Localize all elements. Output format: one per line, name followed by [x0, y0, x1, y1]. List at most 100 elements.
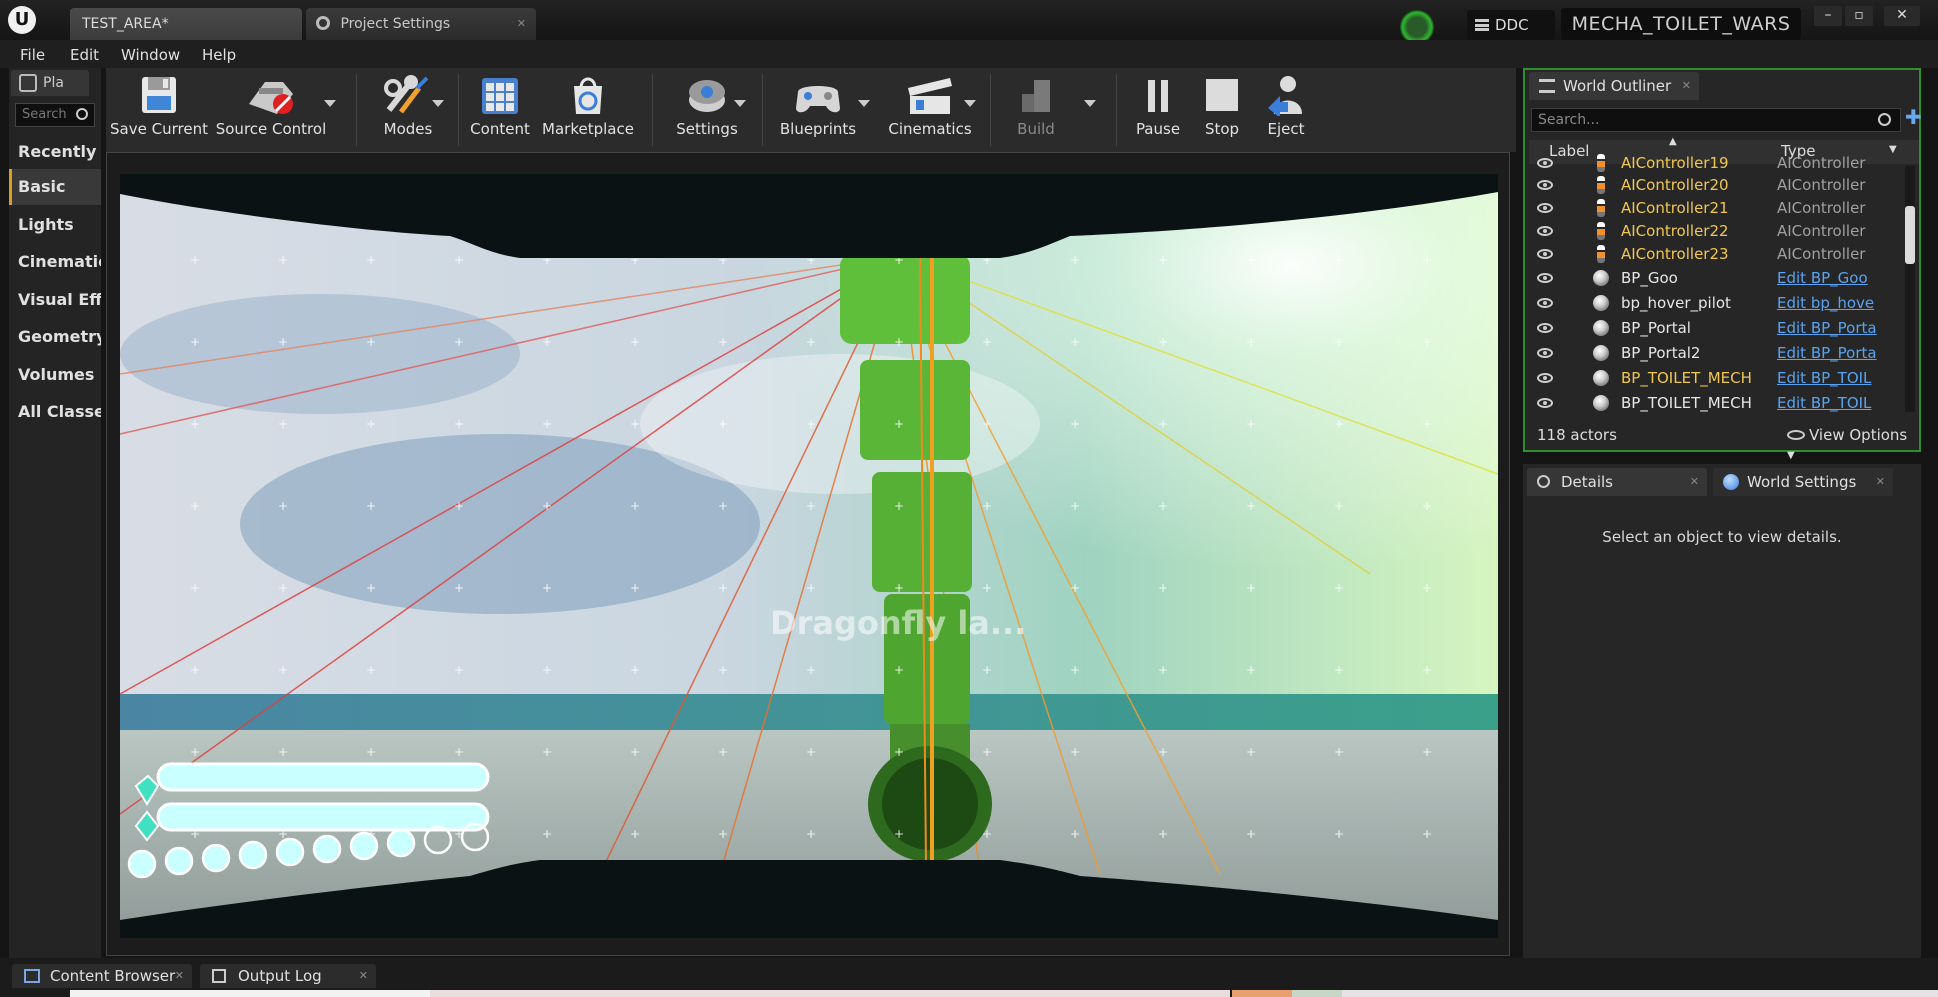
- minimize-button[interactable]: –: [1814, 6, 1842, 26]
- visibility-eye-icon[interactable]: [1537, 398, 1553, 408]
- menu-help[interactable]: Help: [202, 46, 236, 64]
- edit-blueprint-link[interactable]: Edit BP_Porta: [1777, 317, 1877, 340]
- place-category-recently-placed[interactable]: Recently Placed: [9, 134, 101, 170]
- stop-button[interactable]: Stop: [1194, 74, 1250, 150]
- sort-asc-icon: ▲: [1669, 136, 1677, 147]
- outliner-row[interactable]: BP_Goo Edit BP_Goo: [1529, 267, 1899, 290]
- visibility-eye-icon[interactable]: [1537, 348, 1553, 358]
- debug-crosshair: +: [894, 663, 904, 677]
- outliner-row[interactable]: AIController20 AIController: [1529, 174, 1899, 197]
- place-category-basic[interactable]: Basic: [9, 169, 101, 205]
- source-control-status-icon[interactable]: [1400, 10, 1434, 44]
- outliner-scroll-thumb[interactable]: [1905, 206, 1915, 264]
- tab-project-settings[interactable]: Project Settings ✕: [306, 8, 536, 40]
- debug-crosshair: +: [1158, 417, 1168, 431]
- blueprints-label: Blueprints: [779, 120, 857, 138]
- debug-crosshair: +: [982, 663, 992, 677]
- cinematics-dropdown-icon[interactable]: [964, 100, 976, 107]
- menu-window[interactable]: Window: [121, 46, 180, 64]
- visibility-eye-icon[interactable]: [1537, 226, 1553, 236]
- edit-blueprint-link[interactable]: Edit bp_hove: [1777, 292, 1874, 315]
- modes-button[interactable]: Modes: [366, 74, 450, 150]
- world-settings-tab[interactable]: World Settings ✕: [1713, 468, 1893, 496]
- menu-edit[interactable]: Edit: [70, 46, 99, 64]
- modes-dropdown-icon[interactable]: [432, 100, 444, 107]
- debug-crosshair: +: [1070, 827, 1080, 841]
- close-icon[interactable]: ✕: [1876, 468, 1885, 496]
- content-browser-tab[interactable]: Content Browser ✕: [12, 964, 192, 988]
- close-icon[interactable]: ✕: [175, 964, 184, 988]
- place-category-visual-effects[interactable]: Visual Effects: [9, 282, 101, 318]
- outliner-row[interactable]: BP_TOILET_MECH Edit BP_TOIL: [1529, 392, 1899, 415]
- outliner-row[interactable]: AIController23 AIController: [1529, 243, 1899, 266]
- build-dropdown-icon[interactable]: [1084, 100, 1096, 107]
- place-category-cinematic[interactable]: Cinematic: [9, 244, 101, 280]
- build-button[interactable]: Build: [1000, 74, 1072, 150]
- edit-blueprint-link[interactable]: Edit BP_TOIL: [1777, 367, 1871, 390]
- modes-icon: [384, 75, 429, 114]
- edit-blueprint-link[interactable]: Edit BP_TOIL: [1777, 392, 1871, 415]
- pause-label: Pause: [1135, 120, 1181, 138]
- marketplace-button[interactable]: Marketplace: [538, 74, 638, 150]
- outliner-row[interactable]: BP_Portal2 Edit BP_Porta: [1529, 342, 1899, 365]
- visibility-eye-icon[interactable]: [1537, 373, 1553, 383]
- source-control-dropdown-icon[interactable]: [324, 100, 336, 107]
- blueprints-dropdown-icon[interactable]: [858, 100, 870, 107]
- details-tab[interactable]: Details ✕: [1527, 468, 1707, 496]
- cinematics-button[interactable]: Cinematics: [878, 74, 982, 150]
- view-options-button[interactable]: View Options ▼: [1787, 426, 1919, 462]
- outliner-search-input[interactable]: Search...: [1531, 108, 1901, 132]
- close-icon[interactable]: ✕: [1690, 468, 1699, 496]
- visibility-eye-icon[interactable]: [1537, 180, 1553, 190]
- edit-blueprint-link[interactable]: Edit BP_Porta: [1777, 342, 1877, 365]
- visibility-eye-icon[interactable]: [1537, 158, 1553, 168]
- blueprints-button[interactable]: Blueprints: [772, 74, 864, 150]
- outliner-row[interactable]: AIController19 AIController: [1529, 152, 1899, 175]
- pause-button[interactable]: Pause: [1126, 74, 1190, 150]
- hud-ammo-dot: [201, 843, 231, 873]
- menu-file[interactable]: File: [20, 46, 45, 64]
- visibility-eye-icon[interactable]: [1537, 298, 1553, 308]
- outliner-row[interactable]: BP_TOILET_MECH Edit BP_TOIL: [1529, 367, 1899, 390]
- close-icon[interactable]: ✕: [517, 8, 526, 40]
- debug-crosshair: +: [630, 827, 640, 841]
- place-category-all-classes[interactable]: All Classes: [9, 394, 101, 430]
- settings-button[interactable]: Settings: [662, 74, 752, 150]
- save-current-button[interactable]: Save Current: [110, 74, 208, 150]
- outliner-row[interactable]: AIController21 AIController: [1529, 197, 1899, 220]
- close-icon[interactable]: ✕: [1682, 72, 1691, 100]
- close-icon[interactable]: ✕: [359, 964, 368, 988]
- edit-blueprint-link[interactable]: Edit BP_Goo: [1777, 267, 1868, 290]
- outliner-scrollbar[interactable]: [1905, 166, 1915, 412]
- place-category-volumes[interactable]: Volumes: [9, 357, 101, 393]
- tab-test-area[interactable]: TEST_AREA*: [70, 8, 302, 40]
- outliner-row-label: BP_Portal: [1621, 319, 1691, 337]
- place-category-geometry[interactable]: Geometry: [9, 319, 101, 355]
- add-actor-icon[interactable]: ✚: [1905, 107, 1925, 128]
- visibility-eye-icon[interactable]: [1537, 323, 1553, 333]
- debug-crosshair: +: [718, 663, 728, 677]
- maximize-button[interactable]: ▫: [1845, 6, 1873, 26]
- visibility-eye-icon[interactable]: [1537, 203, 1553, 213]
- level-viewport[interactable]: + + + + + + + + + + + + + + + + + + + + + + + + + + + + + + + + + + + + + + + +…: [120, 174, 1498, 938]
- visibility-eye-icon[interactable]: [1537, 273, 1553, 283]
- settings-dropdown-icon[interactable]: [734, 100, 746, 107]
- outliner-search-placeholder: Search...: [1538, 112, 1600, 128]
- ddc-button[interactable]: DDC: [1467, 10, 1555, 40]
- place-category-lights[interactable]: Lights: [9, 207, 101, 243]
- world-outliner-tab[interactable]: World Outliner ✕: [1529, 72, 1699, 100]
- close-window-button[interactable]: ✕: [1884, 6, 1920, 26]
- debug-crosshair: +: [278, 417, 288, 431]
- output-log-tab[interactable]: Output Log ✕: [200, 964, 376, 988]
- source-control-button[interactable]: Source Control: [214, 74, 328, 150]
- content-button[interactable]: Content: [468, 74, 532, 150]
- place-search-input[interactable]: Search: [15, 103, 95, 127]
- eject-button[interactable]: Eject: [1256, 74, 1316, 150]
- outliner-row[interactable]: AIController22 AIController: [1529, 220, 1899, 243]
- place-panel-tab[interactable]: Pla: [11, 70, 89, 96]
- visibility-eye-icon[interactable]: [1537, 249, 1553, 259]
- outliner-row[interactable]: BP_Portal Edit BP_Porta: [1529, 317, 1899, 340]
- outliner-row[interactable]: bp_hover_pilot Edit bp_hove: [1529, 292, 1899, 315]
- debug-crosshair: +: [1246, 499, 1256, 513]
- marketplace-label: Marketplace: [542, 120, 634, 138]
